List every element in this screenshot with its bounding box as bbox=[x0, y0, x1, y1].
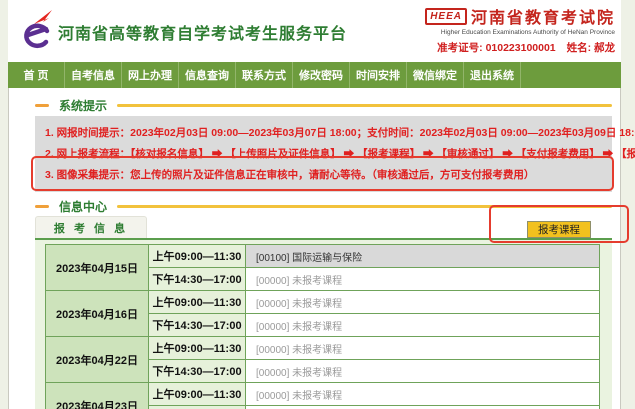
schedule-course-cell: [00000] 未报考课程 bbox=[246, 360, 600, 383]
nav-item-info-query[interactable]: 信息查询 bbox=[179, 62, 236, 88]
schedule-course-cell: [00000] 未报考课程 bbox=[246, 337, 600, 360]
nav-item-time-schedule[interactable]: 时间安排 bbox=[350, 62, 407, 88]
info-center-title: 信息中心 bbox=[59, 198, 107, 215]
nav-item-online-service[interactable]: 网上办理 bbox=[122, 62, 179, 88]
main-nav: 首 页 自考信息 网上办理 信息查询 联系方式 修改密码 时间安排 微信绑定 退… bbox=[8, 62, 621, 88]
schedule-course-cell: [00100] 国际运输与保险 bbox=[246, 245, 600, 268]
table-row: 2023年04月16日 上午09:00—11:30 [00000] 未报考课程 bbox=[46, 291, 600, 314]
schedule-time-cell: 上午09:00—11:30 bbox=[149, 245, 246, 268]
nav-item-change-password[interactable]: 修改密码 bbox=[293, 62, 350, 88]
nav-item-wechat-bind[interactable]: 微信绑定 bbox=[407, 62, 464, 88]
tip-line-registration-time: 1. 网报时间提示：2023年02月03日 09:00—2023年03月07日 … bbox=[45, 123, 612, 144]
schedule-time-cell: 上午09:00—11:30 bbox=[149, 291, 246, 314]
section-dash bbox=[35, 205, 49, 208]
schedule-time-cell: 下午14:30—17:00 bbox=[149, 314, 246, 337]
schedule-date-cell: 2023年04月22日 bbox=[46, 337, 149, 383]
schedule-time-cell: 上午09:00—11:30 bbox=[149, 337, 246, 360]
annotation-highlight-image-review bbox=[31, 156, 614, 191]
tab-registration-info[interactable]: 报 考 信 息 bbox=[35, 216, 147, 238]
schedule-course-cell: [00000] 未报考课程 bbox=[246, 314, 600, 337]
candidate-name: 姓名: 郝龙 bbox=[567, 42, 615, 54]
section-dash bbox=[35, 104, 49, 107]
nav-item-logout[interactable]: 退出系统 bbox=[464, 62, 521, 88]
page-title: 河南省高等教育自学考试考生服务平台 bbox=[58, 20, 347, 44]
table-row: 2023年04月22日 上午09:00—11:30 [00000] 未报考课程 bbox=[46, 337, 600, 360]
schedule-time-cell bbox=[149, 406, 246, 409]
candidate-info: 准考证号: 010223100001 姓名: 郝龙 bbox=[387, 40, 615, 55]
nav-item-contact[interactable]: 联系方式 bbox=[236, 62, 293, 88]
schedule-panel: 2023年04月15日 上午09:00—11:30 [00100] 国际运输与保… bbox=[35, 240, 612, 409]
schedule-course-cell: [00000] 未报考课程 bbox=[246, 268, 600, 291]
schedule-date-cell: 2023年04月15日 bbox=[46, 245, 149, 291]
schedule-time-cell: 上午09:00—11:30 bbox=[149, 383, 246, 406]
authority-name-en: Higher Education Examinations Authority … bbox=[387, 29, 615, 36]
authority-name: 河南省教育考试院 bbox=[471, 4, 615, 28]
nav-item-selfexam-info[interactable]: 自考信息 bbox=[65, 62, 122, 88]
schedule-course-cell: [00000] 未报考课程 bbox=[246, 383, 600, 406]
schedule-time-cell: 下午14:30—17:00 bbox=[149, 268, 246, 291]
authority-block: HEEA 河南省教育考试院 Higher Education Examinati… bbox=[387, 4, 615, 55]
table-row: 2023年04月23日 上午09:00—11:30 [00000] 未报考课程 bbox=[46, 383, 600, 406]
exam-id: 准考证号: 010223100001 bbox=[437, 42, 556, 54]
annotation-highlight-register-button bbox=[489, 205, 629, 243]
table-row: 2023年04月15日 上午09:00—11:30 [00100] 国际运输与保… bbox=[46, 245, 600, 268]
nav-item-home[interactable]: 首 页 bbox=[8, 62, 65, 88]
site-header: 河南省高等教育自学考试考生服务平台 HEEA 河南省教育考试院 Higher E… bbox=[8, 0, 621, 62]
system-tips-header: 系统提示 bbox=[35, 98, 612, 112]
section-divider bbox=[117, 104, 612, 107]
schedule-date-cell: 2023年04月23日 bbox=[46, 383, 149, 409]
system-tips-title: 系统提示 bbox=[59, 97, 107, 114]
schedule-course-cell: [00000] 未报考课程 bbox=[246, 291, 600, 314]
schedule-course-cell bbox=[246, 406, 600, 409]
schedule-time-cell: 下午14:30—17:00 bbox=[149, 360, 246, 383]
site-logo-icon bbox=[18, 9, 56, 53]
nav-filler bbox=[521, 62, 621, 88]
schedule-date-cell: 2023年04月16日 bbox=[46, 291, 149, 337]
exam-schedule-table: 2023年04月15日 上午09:00—11:30 [00100] 国际运输与保… bbox=[45, 244, 600, 409]
heea-logo-icon: HEEA bbox=[425, 8, 467, 25]
